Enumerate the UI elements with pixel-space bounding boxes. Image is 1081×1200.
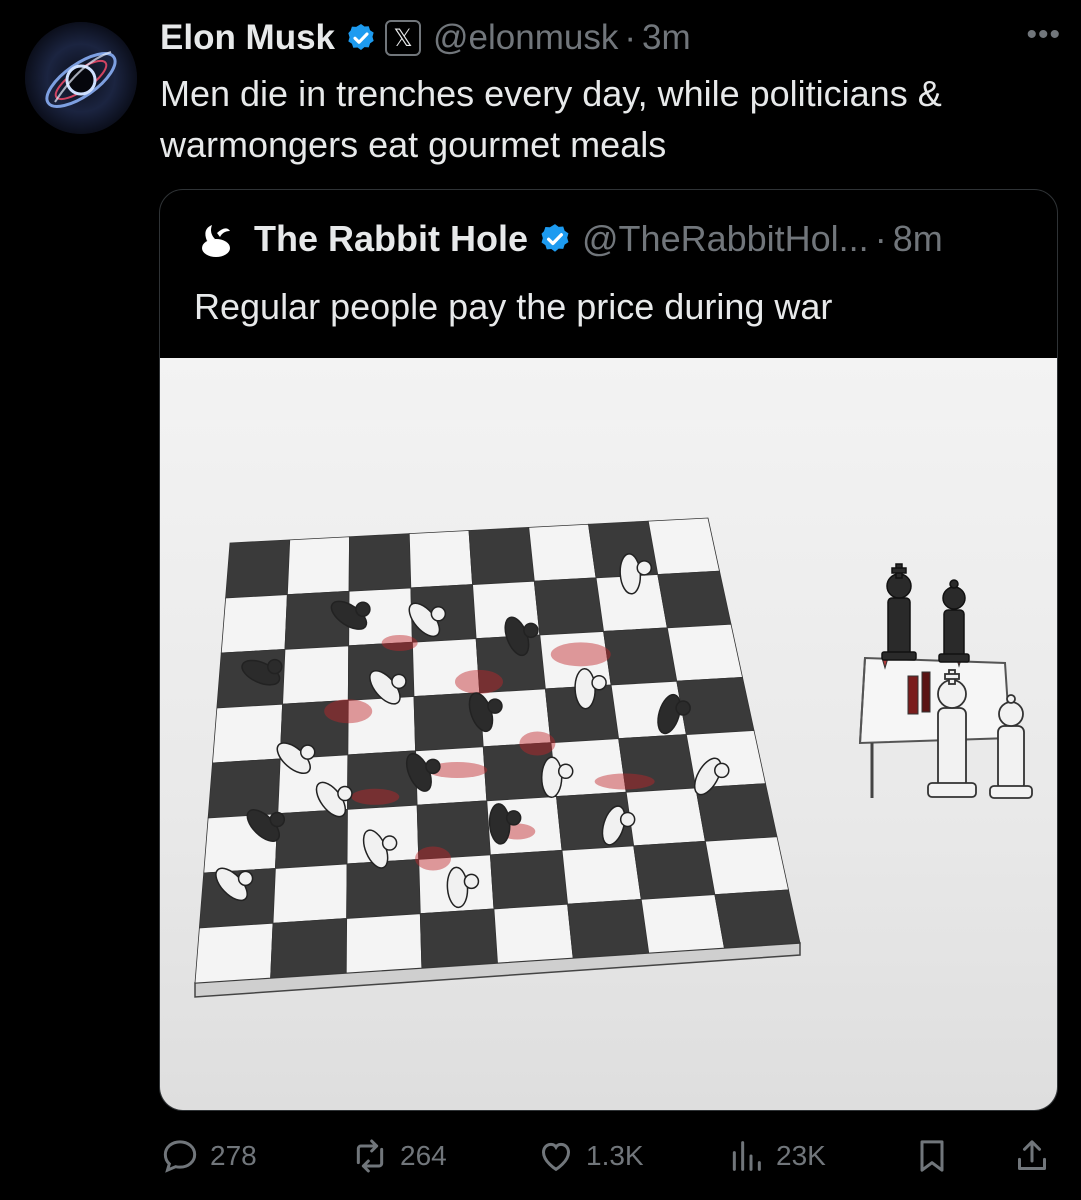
quoted-tweet-header: The Rabbit Hole @TheRabbitHol... · 8m: [196, 216, 1037, 262]
chessboard-illustration-svg: [194, 517, 1033, 998]
bookmark-icon: [920, 1140, 944, 1172]
board-square: [561, 845, 642, 905]
verified-badge-icon: [348, 24, 374, 50]
board-square: [567, 898, 650, 959]
board-square: [528, 523, 597, 582]
views-button[interactable]: 23K: [726, 1136, 826, 1176]
blood-splatter: [381, 634, 418, 651]
board-square: [207, 758, 281, 819]
board-square: [657, 570, 732, 629]
retweet-count: 264: [400, 1140, 447, 1171]
board-square: [633, 840, 716, 900]
board-square: [270, 918, 348, 979]
quoted-verified-badge-icon: [541, 224, 569, 252]
board-square: [225, 539, 291, 599]
like-button[interactable]: 1.3K: [536, 1136, 644, 1176]
board-square: [212, 703, 283, 764]
separator-dot: ·: [624, 18, 637, 57]
x-affiliate-icon: 𝕏: [385, 20, 422, 56]
board-square: [625, 787, 706, 847]
author-name[interactable]: Elon Musk: [160, 18, 335, 58]
chessboard: [194, 517, 801, 998]
board-square: [272, 863, 348, 924]
reply-icon: [163, 1140, 197, 1173]
board-square: [704, 836, 789, 896]
author-handle[interactable]: @elonmusk: [433, 18, 618, 58]
tweet-text: Men die in trenches every day, while pol…: [160, 73, 942, 165]
board-square: [714, 889, 801, 949]
blood-splatter: [454, 669, 503, 694]
share-icon: [1018, 1140, 1046, 1170]
board-square: [274, 808, 348, 869]
board-square: [419, 908, 498, 969]
blood-splatter: [519, 731, 556, 756]
board-square: [533, 577, 605, 636]
board-square: [286, 536, 350, 596]
more-options-icon[interactable]: •••: [1026, 18, 1061, 52]
tweet-actions: 278 264 1.3K 23K: [160, 1136, 1060, 1176]
rabbit-icon: [202, 225, 230, 257]
tweet-time[interactable]: 3m: [642, 18, 691, 58]
like-count: 1.3K: [586, 1140, 644, 1171]
blood-splatter: [324, 699, 373, 724]
board-square: [489, 849, 569, 910]
retweet-button[interactable]: 264: [350, 1136, 447, 1176]
board-square: [345, 913, 423, 974]
chessboard-illustration[interactable]: [160, 358, 1057, 1110]
share-button[interactable]: [1012, 1136, 1052, 1176]
reply-button[interactable]: 278: [160, 1136, 257, 1176]
board-square: [647, 517, 720, 575]
blood-splatter: [550, 642, 611, 667]
board-square: [468, 526, 535, 585]
views-chart-icon: [732, 1141, 761, 1171]
board-square: [493, 903, 574, 964]
quoted-author-name[interactable]: The Rabbit Hole: [254, 218, 528, 260]
board-square: [408, 530, 473, 589]
heart-icon: [541, 1142, 571, 1172]
board-square: [666, 623, 743, 682]
quoted-tweet-time[interactable]: 8m: [893, 218, 943, 260]
quoted-author-handle[interactable]: @TheRabbitHol...: [582, 218, 869, 260]
blood-splatter: [415, 846, 452, 871]
board-square: [220, 594, 288, 654]
blood-splatter: [351, 788, 400, 805]
dinner-table: [858, 563, 1033, 799]
blood-splatter: [594, 773, 655, 790]
views-count: 23K: [776, 1140, 826, 1171]
galaxy-avatar-icon: [25, 22, 137, 134]
board-square: [603, 627, 678, 686]
board-square: [194, 922, 274, 984]
retweet-icon: [356, 1139, 384, 1173]
board-square: [348, 533, 412, 592]
tweet-header: Elon Musk 𝕏 @elonmusk · 3m •••: [160, 16, 1061, 60]
avatar[interactable]: [25, 22, 137, 134]
quoted-separator-dot: ·: [874, 218, 887, 259]
bookmark-button[interactable]: [912, 1136, 952, 1176]
quoted-tweet[interactable]: The Rabbit Hole @TheRabbitHol... · 8m Re…: [159, 189, 1058, 1111]
reply-count: 278: [210, 1140, 257, 1171]
board-square: [282, 645, 350, 705]
quoted-tweet-text: Regular people pay the price during war: [194, 286, 833, 327]
board-square: [640, 894, 725, 954]
